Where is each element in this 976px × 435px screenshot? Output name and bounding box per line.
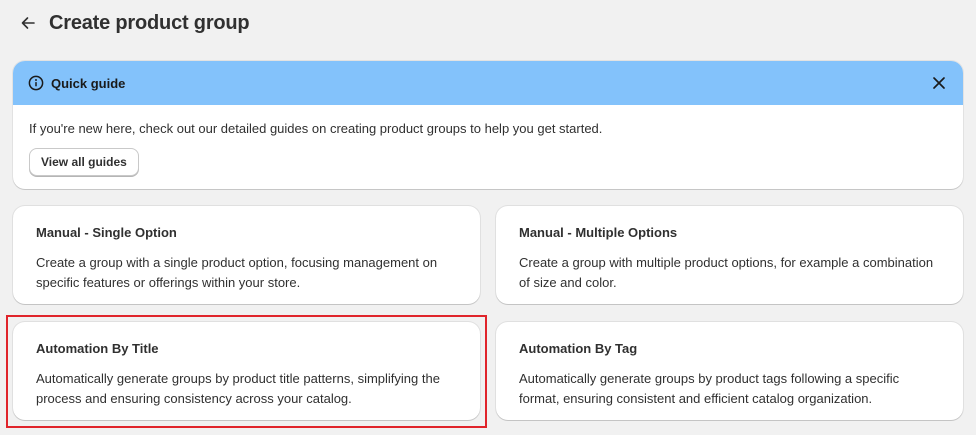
- card-description: Automatically generate groups by product…: [36, 371, 440, 406]
- back-button[interactable]: [18, 13, 38, 33]
- arrow-left-icon: [21, 17, 35, 29]
- option-card-automation-tag[interactable]: Automation By Tag Automatically generate…: [496, 322, 963, 420]
- card-description: Automatically generate groups by product…: [519, 371, 900, 406]
- card-description: Create a group with a single product opt…: [36, 255, 438, 290]
- option-card-manual-multiple[interactable]: Manual - Multiple Options Create a group…: [496, 206, 963, 304]
- card-title: Manual - Single Option: [36, 225, 177, 240]
- quick-guide-header: Quick guide: [13, 61, 963, 105]
- view-all-guides-button[interactable]: View all guides: [29, 148, 139, 176]
- quick-guide-title: Quick guide: [51, 75, 126, 91]
- card-title: Manual - Multiple Options: [519, 225, 678, 240]
- close-guide-button[interactable]: [929, 73, 949, 93]
- card-description: Create a group with multiple product opt…: [519, 255, 934, 290]
- card-title: Automation By Title: [36, 341, 159, 356]
- close-icon: [933, 77, 945, 89]
- quick-guide-text: If you're new here, check out our detail…: [29, 121, 603, 136]
- option-card-automation-title[interactable]: Automation By Title Automatically genera…: [13, 322, 480, 420]
- quick-guide-banner: Quick guide If you're new here, check ou…: [13, 61, 963, 189]
- info-icon: [28, 75, 44, 91]
- page-header: Create product group: [18, 10, 250, 36]
- option-card-manual-single[interactable]: Manual - Single Option Create a group wi…: [13, 206, 480, 304]
- page-title: Create product group: [49, 11, 250, 34]
- card-title: Automation By Tag: [519, 341, 638, 356]
- quick-guide-body: If you're new here, check out our detail…: [13, 105, 963, 176]
